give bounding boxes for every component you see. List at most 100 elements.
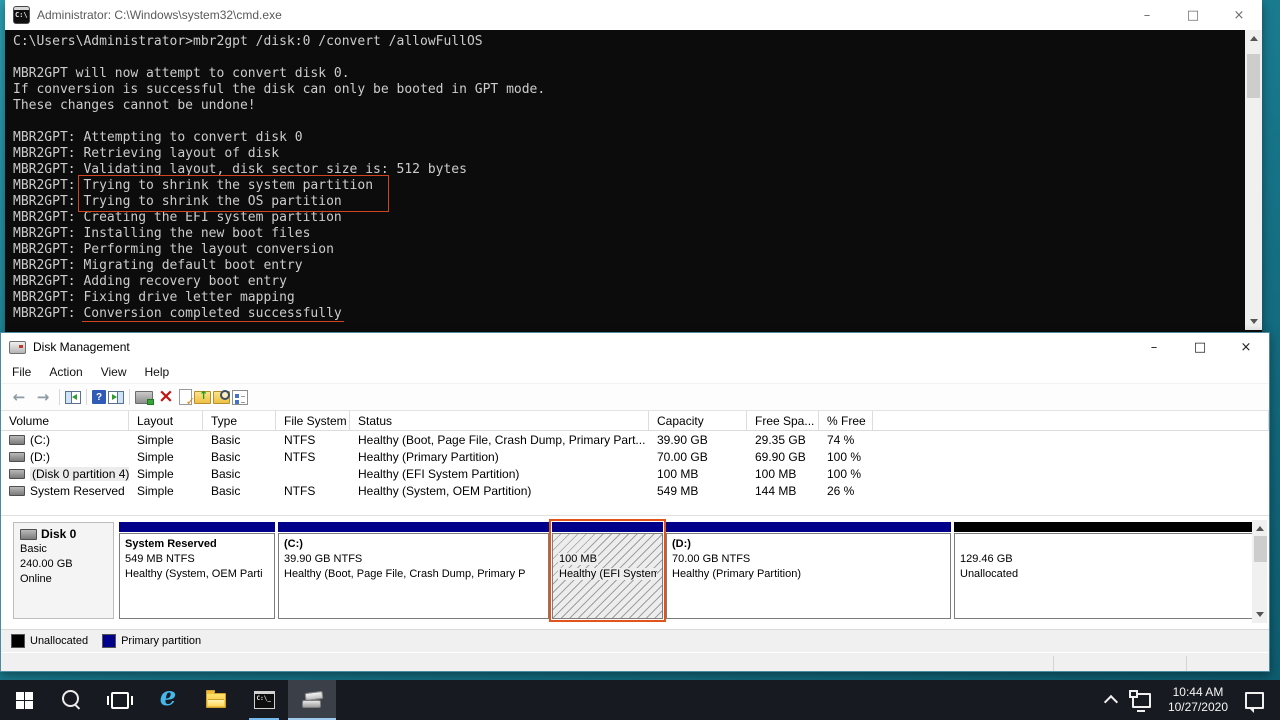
volume-drive-icon: [9, 469, 25, 479]
volume-label: (C:): [30, 433, 50, 447]
console-line: C:\Users\Administrator>mbr2gpt /disk:0 /…: [13, 34, 1262, 50]
command-prompt-button[interactable]: [240, 680, 288, 720]
internet-explorer-button[interactable]: [144, 680, 192, 720]
column-header[interactable]: Type: [203, 411, 276, 430]
cell-capacity: 549 MB: [649, 484, 747, 498]
forward-arrow-icon[interactable]: [32, 387, 54, 407]
minimize-button[interactable]: –: [1131, 333, 1177, 361]
minimize-button[interactable]: –: [1124, 0, 1170, 30]
console-line: MBR2GPT: Trying to shrink the system par…: [13, 178, 1262, 194]
scroll-down-icon[interactable]: [1252, 607, 1267, 622]
table-row[interactable]: (Disk 0 partition 4)SimpleBasicHealthy (…: [1, 465, 1269, 482]
cmd-titlebar[interactable]: Administrator: C:\Windows\system32\cmd.e…: [5, 0, 1262, 30]
column-header[interactable]: Layout: [129, 411, 203, 430]
explore-folder-icon[interactable]: [213, 391, 230, 404]
disk-capacity: 240.00 GB: [20, 557, 107, 572]
scroll-up-icon[interactable]: [1252, 521, 1267, 536]
open-folder-icon[interactable]: [194, 391, 211, 404]
task-view-button[interactable]: [96, 680, 144, 720]
menu-file[interactable]: File: [3, 362, 40, 382]
partition-name: (C:): [284, 537, 543, 552]
column-header[interactable]: Capacity: [649, 411, 747, 430]
console-line: MBR2GPT: Trying to shrink the OS partiti…: [13, 194, 1262, 210]
help-icon[interactable]: [92, 390, 106, 404]
taskbar-clock[interactable]: 10:44 AM 10/27/2020: [1159, 685, 1237, 715]
toolbar-separator: [59, 389, 60, 405]
partition-unallocated[interactable]: 129.46 GBUnallocated: [954, 522, 1254, 619]
table-row[interactable]: (D:)SimpleBasicNTFSHealthy (Primary Part…: [1, 448, 1269, 465]
disk-management-icon: [302, 692, 323, 708]
console-scrollbar[interactable]: [1245, 30, 1262, 330]
column-header[interactable]: File System: [276, 411, 350, 430]
cell-status: Healthy (Primary Partition): [350, 450, 649, 464]
column-header[interactable]: Volume: [1, 411, 129, 430]
partition-status: Healthy (Boot, Page File, Crash Dump, Pr…: [284, 567, 543, 582]
column-header[interactable]: Free Spa...: [747, 411, 819, 430]
console-line: MBR2GPT: Creating the EFI system partiti…: [13, 210, 1262, 226]
volume-drive-icon: [9, 452, 25, 462]
cell-pct_free: 100 %: [819, 450, 873, 464]
cell-layout: Simple: [129, 484, 203, 498]
column-header[interactable]: Status: [350, 411, 649, 430]
console-line: MBR2GPT: Performing the layout conversio…: [13, 242, 1262, 258]
partition-status: Unallocated: [960, 567, 1248, 582]
file-explorer-button[interactable]: [192, 680, 240, 720]
close-button[interactable]: ×: [1216, 0, 1262, 30]
command-prompt-icon: [254, 691, 275, 709]
cell-file_system: NTFS: [276, 450, 350, 464]
disk-management-app-icon: [9, 341, 26, 354]
console-tree-icon[interactable]: [65, 391, 81, 404]
partition-size: 100 MB: [558, 552, 657, 567]
column-header[interactable]: [873, 411, 1269, 430]
partition-d[interactable]: (D:)70.00 GB NTFSHealthy (Primary Partit…: [666, 522, 951, 619]
search-button[interactable]: [48, 680, 96, 720]
console-output: C:\Users\Administrator>mbr2gpt /disk:0 /…: [5, 30, 1262, 332]
menu-help[interactable]: Help: [136, 362, 179, 382]
taskbar: 10:44 AM 10/27/2020: [0, 680, 1280, 720]
graph-scrollbar[interactable]: [1252, 520, 1267, 623]
cell-type: Basic: [203, 433, 276, 447]
back-arrow-icon[interactable]: [8, 387, 30, 407]
maximize-button[interactable]: □: [1177, 333, 1223, 361]
partition-body: (C:)39.90 GB NTFSHealthy (Boot, Page Fil…: [278, 533, 549, 619]
checklist-icon[interactable]: [232, 390, 248, 405]
menu-action[interactable]: Action: [40, 362, 91, 382]
table-row[interactable]: System ReservedSimpleBasicNTFSHealthy (S…: [1, 482, 1269, 499]
legend-swatch: [11, 634, 25, 648]
scroll-up-icon[interactable]: [1245, 31, 1262, 46]
network-tray-button[interactable]: [1124, 680, 1159, 720]
console-line: MBR2GPT: Adding recovery boot entry: [13, 274, 1262, 290]
toolbar-separator: [129, 389, 130, 405]
menu-view[interactable]: View: [92, 362, 136, 382]
table-row[interactable]: (C:)SimpleBasicNTFSHealthy (Boot, Page F…: [1, 431, 1269, 448]
system-tray: 10:44 AM 10/27/2020: [1098, 680, 1280, 720]
partition-c[interactable]: (C:)39.90 GB NTFSHealthy (Boot, Page Fil…: [278, 522, 549, 619]
disk0-panel[interactable]: Disk 0 Basic 240.00 GB Online: [13, 522, 114, 619]
action-pane-icon[interactable]: [108, 391, 124, 404]
partition-bar: [278, 522, 549, 532]
column-header[interactable]: % Free: [819, 411, 873, 430]
scroll-down-icon[interactable]: [1245, 314, 1262, 329]
cell-layout: Simple: [129, 433, 203, 447]
cmd-window: Administrator: C:\Windows\system32\cmd.e…: [5, 0, 1262, 332]
properties-icon[interactable]: [179, 389, 192, 405]
tray-chevron-button[interactable]: [1098, 680, 1124, 720]
delete-volume-icon[interactable]: [155, 387, 177, 407]
cell-layout: Simple: [129, 450, 203, 464]
status-bar: [1, 652, 1269, 672]
partition-status: Healthy (System, OEM Parti: [125, 567, 269, 582]
scrollbar-thumb[interactable]: [1254, 536, 1267, 562]
cell-capacity: 39.90 GB: [649, 433, 747, 447]
scrollbar-thumb[interactable]: [1247, 54, 1260, 98]
partition-system-reserved[interactable]: System Reserved549 MB NTFSHealthy (Syste…: [119, 522, 275, 619]
popup-view-icon[interactable]: [135, 391, 153, 404]
disk-management-window-controls: –□×: [1131, 333, 1269, 361]
close-button[interactable]: ×: [1223, 333, 1269, 361]
partition-size: 70.00 GB NTFS: [672, 552, 945, 567]
start-button[interactable]: [0, 680, 48, 720]
disk-management-button[interactable]: [288, 680, 336, 720]
partition-healthy-efi-system[interactable]: 100 MBHealthy (EFI System: [552, 522, 663, 619]
maximize-button[interactable]: □: [1170, 0, 1216, 30]
disk-management-titlebar[interactable]: Disk Management –□×: [1, 333, 1269, 361]
action-center-button[interactable]: [1237, 680, 1272, 720]
